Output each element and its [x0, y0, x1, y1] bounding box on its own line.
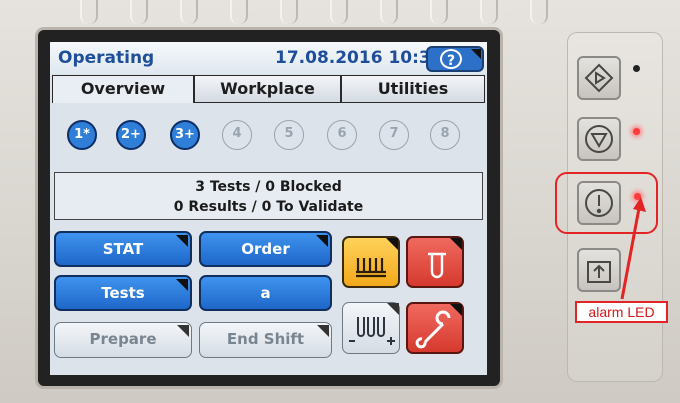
position-4[interactable]: 4	[222, 120, 252, 150]
tests-button[interactable]: Tests	[54, 275, 192, 311]
tests-status-line: 3 Tests / 0 Blocked	[195, 179, 342, 195]
date-time: 17.08.2016 10:35	[275, 48, 443, 68]
status-header: Operating 17.08.2016 10:35 ?	[50, 42, 487, 74]
stop-led	[633, 128, 640, 135]
housing-ribs	[40, 0, 560, 24]
position-6[interactable]: 6	[327, 120, 357, 150]
alarm-led-callout: alarm LED	[575, 301, 668, 323]
tests-button-label: Tests	[101, 284, 145, 302]
help-button[interactable]: ?	[426, 46, 484, 72]
maintenance-button[interactable]	[406, 302, 464, 354]
a-button-label: a	[260, 284, 271, 302]
position-3[interactable]: 3+	[170, 120, 200, 150]
end-shift-button-label: End Shift	[226, 330, 305, 348]
status-summary: 3 Tests / 0 Blocked 0 Results / 0 To Val…	[54, 172, 483, 220]
help-icon: ?	[440, 49, 462, 69]
tab-overview[interactable]: Overview	[52, 75, 194, 103]
order-button[interactable]: Order	[199, 231, 332, 267]
stat-button-label: STAT	[102, 240, 144, 258]
start-icon	[584, 63, 614, 93]
position-7[interactable]: 7	[379, 120, 409, 150]
prepare-button[interactable]: Prepare	[54, 322, 192, 358]
tubes-adjust-button[interactable]	[342, 302, 400, 354]
start-button[interactable]	[577, 56, 621, 100]
touch-screen: Operating 17.08.2016 10:35 ? Overview Wo…	[50, 42, 487, 375]
position-8[interactable]: 8	[430, 120, 460, 150]
tab-utilities[interactable]: Utilities	[341, 75, 485, 103]
end-shift-button[interactable]: End Shift	[199, 322, 332, 358]
position-5[interactable]: 5	[274, 120, 304, 150]
tab-workplace[interactable]: Workplace	[194, 75, 341, 103]
position-2[interactable]: 2+	[116, 120, 146, 150]
results-status-line: 0 Results / 0 To Validate	[173, 199, 364, 215]
stat-button[interactable]: STAT	[54, 231, 192, 267]
order-button-label: Order	[241, 240, 290, 258]
screen-title: Operating	[58, 48, 155, 68]
callout-arrow	[620, 197, 646, 300]
tab-bar: Overview Workplace Utilities	[50, 75, 487, 103]
a-button[interactable]: a	[199, 275, 332, 311]
position-1[interactable]: 1*	[67, 120, 97, 150]
tube-button[interactable]	[406, 236, 464, 288]
stop-button[interactable]	[577, 117, 621, 161]
prepare-button-label: Prepare	[89, 330, 157, 348]
rack-button[interactable]	[342, 236, 400, 288]
start-led	[633, 65, 640, 72]
stop-icon	[585, 125, 613, 153]
